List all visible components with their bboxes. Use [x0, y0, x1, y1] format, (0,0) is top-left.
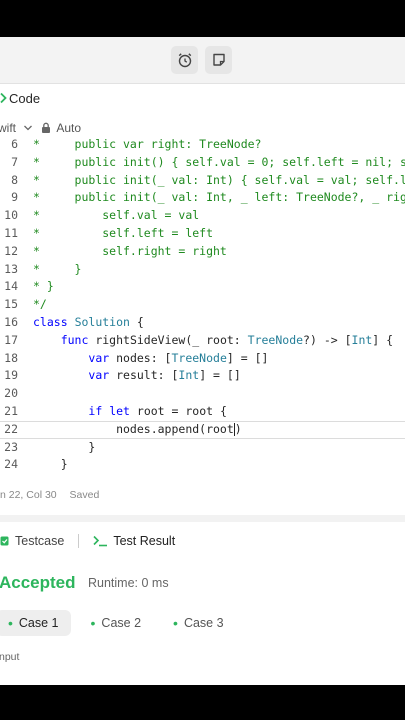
- panel-divider[interactable]: [0, 515, 405, 522]
- pass-dot-icon: •: [90, 615, 96, 631]
- runtime-text: Runtime: 0 ms: [88, 576, 169, 590]
- text-cursor: [233, 422, 235, 436]
- case-label: Case 2: [101, 616, 142, 630]
- code-text: * public init(_ val: Int) { self.val = v…: [33, 172, 405, 187]
- code-text: var result: [Int] = []: [88, 368, 241, 383]
- code-line[interactable]: 15 */: [0, 296, 405, 314]
- chevron-right-icon: [0, 92, 7, 104]
- note-icon: [212, 53, 225, 66]
- pass-dot-icon: •: [173, 615, 178, 631]
- code-text: * self.right = right: [33, 243, 227, 258]
- code-text: */: [33, 297, 47, 312]
- line-number: 13: [4, 261, 18, 276]
- language-label: wift: [0, 121, 16, 135]
- code-line[interactable]: 10 * self.val = val: [0, 207, 405, 225]
- code-text: * self.val = val: [33, 208, 200, 223]
- app-screen: Code wift Auto 6 * public var right: Tree…: [0, 37, 405, 685]
- code-line[interactable]: 7 * public init() { self.val = 0; self.le…: [0, 154, 405, 172]
- input-label: nput: [0, 651, 20, 663]
- line-number: 12: [4, 243, 18, 258]
- code-line[interactable]: 8 * public init(_ val: Int) { self.val = …: [0, 172, 405, 190]
- code-line[interactable]: 23 }: [0, 439, 405, 457]
- code-line[interactable]: 18 var nodes: [TreeNode] = []: [0, 350, 405, 368]
- code-line[interactable]: 9 * public init(_ val: Int, _ left: TreeN…: [0, 189, 405, 207]
- tab-test-result[interactable]: Test Result: [93, 534, 175, 548]
- code-text: * }: [33, 279, 54, 294]
- line-number: 23: [4, 439, 18, 454]
- code-panel-title: Code: [9, 90, 41, 106]
- code-line[interactable]: 17 func rightSideView(_ root: TreeNode?)…: [0, 332, 405, 350]
- alarm-clock-icon: [178, 53, 191, 68]
- pass-dot-icon: •: [8, 615, 13, 631]
- alarm-clock-button[interactable]: [171, 46, 198, 74]
- tab-testcase[interactable]: Testcase: [0, 534, 64, 548]
- code-text: func rightSideView(_ root: TreeNode?) ->…: [60, 332, 394, 347]
- case-label: Case 1: [18, 616, 59, 630]
- auto-mode-label: Auto: [56, 121, 82, 135]
- code-panel-header: Code: [0, 87, 40, 109]
- code-line[interactable]: 12 * self.right = right: [0, 243, 405, 261]
- code-line[interactable]: 19 var result: [Int] = []: [0, 367, 405, 385]
- line-number: 18: [4, 350, 18, 365]
- case-tabs: • Case 1 • Case 2 • Case 3: [0, 610, 236, 636]
- tab-testcase-label: Testcase: [15, 534, 65, 548]
- line-number: 15: [4, 297, 18, 312]
- case-label: Case 3: [183, 616, 224, 630]
- save-status: Saved: [69, 489, 100, 501]
- tab-separator: [78, 534, 80, 548]
- code-text: var nodes: [TreeNode] = []: [88, 350, 269, 365]
- line-number: 24: [4, 457, 18, 472]
- code-text: nodes.append(root): [33, 421, 242, 436]
- code-text: * public var right: TreeNode?: [33, 137, 262, 151]
- line-number: 11: [4, 226, 18, 240]
- case-1-tab[interactable]: • Case 1: [0, 610, 71, 636]
- code-line[interactable]: 24 }: [0, 456, 405, 474]
- code-text: class Solution {: [33, 315, 144, 329]
- line-number: 10: [4, 208, 18, 223]
- code-line[interactable]: 14 * }: [0, 278, 405, 296]
- code-text: }: [33, 457, 68, 472]
- line-number: 19: [4, 368, 18, 383]
- case-3-tab[interactable]: • Case 3: [161, 610, 236, 636]
- code-line[interactable]: 21 if let root = root {: [0, 403, 405, 421]
- line-number: 14: [4, 279, 18, 294]
- lock-icon: [42, 122, 51, 133]
- code-text: if let root = root {: [88, 404, 227, 418]
- cursor-position: n 22, Col 30: [0, 489, 57, 501]
- line-number: 9: [11, 190, 18, 205]
- status-bar: n 22, Col 30 Saved: [0, 489, 99, 501]
- code-line[interactable]: 22 nodes.append(root): [0, 420, 405, 439]
- line-number: 21: [4, 404, 18, 418]
- code-line[interactable]: 11 * self.left = left: [0, 225, 405, 243]
- case-2-tab[interactable]: • Case 2: [79, 610, 154, 636]
- code-text: * public init() { self.val = 0; self.lef…: [33, 154, 405, 169]
- top-toolbar: [0, 37, 405, 84]
- line-number: 17: [4, 332, 18, 347]
- chevron-down-icon: [24, 125, 33, 131]
- tab-test-result-label: Test Result: [113, 534, 176, 548]
- language-selector[interactable]: wift: [0, 121, 33, 135]
- line-number: 20: [4, 386, 18, 401]
- terminal-icon: [93, 535, 108, 547]
- code-editor[interactable]: 6 * public var right: TreeNode? 7 * public …: [0, 136, 405, 480]
- code-text: * public init(_ val: Int, _ left: TreeNo…: [33, 190, 405, 205]
- code-text: * self.left = left: [33, 226, 214, 240]
- line-number: 6: [11, 137, 18, 151]
- code-text: }: [33, 439, 96, 454]
- verdict-accepted: Accepted: [0, 573, 76, 592]
- line-number: 7: [11, 154, 18, 169]
- code-line[interactable]: 13 * }: [0, 261, 405, 279]
- code-text: * }: [33, 261, 82, 276]
- checkbox-icon: [0, 536, 9, 546]
- auto-mode-toggle[interactable]: Auto: [41, 121, 81, 135]
- code-line[interactable]: 20: [0, 385, 405, 403]
- note-button[interactable]: [205, 46, 232, 74]
- line-number: 8: [11, 172, 18, 187]
- line-number: 22: [4, 421, 18, 436]
- line-number: 16: [4, 315, 18, 329]
- code-line[interactable]: 6 * public var right: TreeNode?: [0, 136, 405, 154]
- test-panel-tabs: Testcase Test Result: [0, 531, 175, 551]
- code-line[interactable]: 16 class Solution {: [0, 314, 405, 332]
